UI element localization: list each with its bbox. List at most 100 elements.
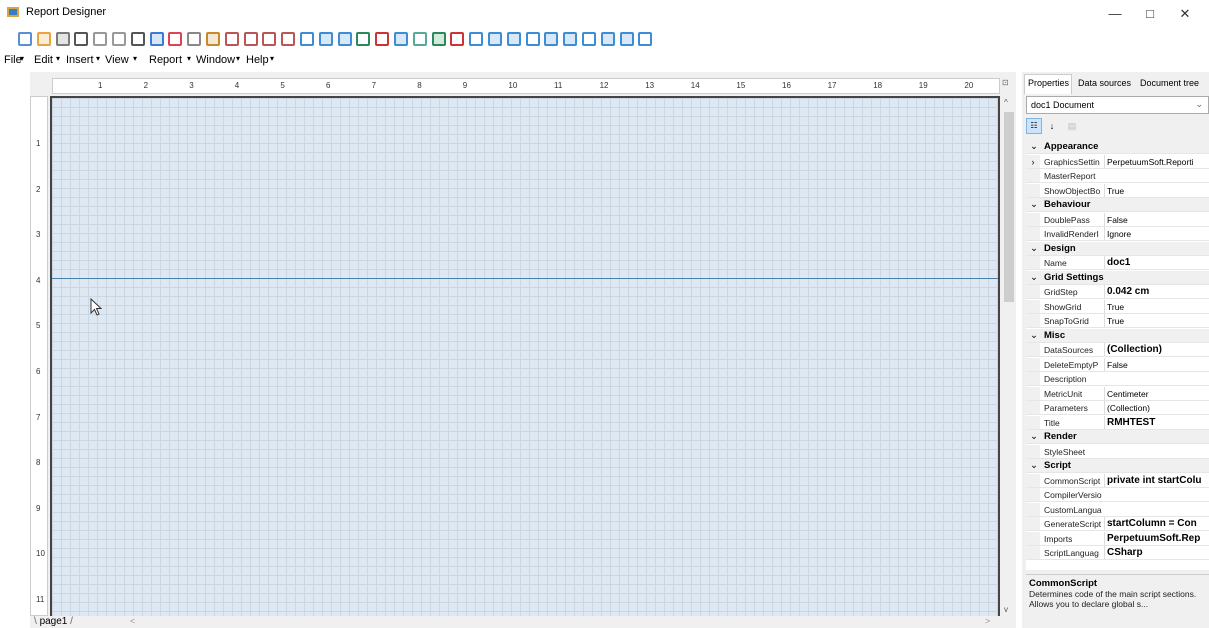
toolbar-button-18-icon[interactable]	[337, 32, 352, 46]
property-category[interactable]: ⌄ Script	[1026, 459, 1209, 473]
property-value[interactable]: private int startColu	[1104, 473, 1209, 487]
property-value[interactable]: doc1	[1104, 256, 1209, 269]
menu-view[interactable]: View	[105, 54, 129, 66]
toolbar-button-31-icon[interactable]	[582, 32, 596, 46]
scroll-right-icon[interactable]: >	[985, 616, 990, 626]
toolbar-button-3-icon[interactable]	[55, 32, 70, 46]
chevron-down-icon[interactable]: ⌄	[1030, 140, 1038, 153]
toolbar-button-1-icon[interactable]	[18, 32, 32, 46]
property-row[interactable]: Imports PerpetuumSoft.Rep	[1026, 531, 1209, 546]
ruler-corner-icon[interactable]: ⊡	[1002, 78, 1016, 94]
property-value[interactable]: Ignore	[1104, 227, 1209, 240]
chevron-down-icon[interactable]: ⌄	[1030, 459, 1038, 472]
scrollbar-thumb[interactable]	[1004, 112, 1014, 302]
property-category[interactable]: ⌄ Behaviour	[1026, 198, 1209, 212]
toolbar-button-22-icon[interactable]	[412, 32, 427, 46]
property-value[interactable]: PerpetuumSoft.Reporti	[1104, 154, 1209, 168]
toolbar-button-6-icon[interactable]	[112, 32, 126, 46]
scroll-left-icon[interactable]: <	[130, 616, 135, 626]
property-row[interactable]: ScriptLanguag CSharp	[1026, 546, 1209, 560]
toolbar-button-29-icon[interactable]	[544, 32, 559, 46]
toolbar-button-26-icon[interactable]	[488, 32, 502, 46]
toolbar-button-33-icon[interactable]	[619, 32, 634, 46]
property-value[interactable]: (Collection)	[1104, 343, 1209, 356]
menu-edit[interactable]: Edit	[34, 54, 53, 66]
categorized-icon[interactable]: ☷	[1026, 118, 1042, 134]
property-row[interactable]: MetricUnit Centimeter	[1026, 386, 1209, 401]
property-row[interactable]: CustomLangua	[1026, 502, 1209, 517]
tab-properties[interactable]: Properties	[1028, 78, 1069, 88]
property-row[interactable]: Name doc1	[1026, 256, 1209, 270]
toolbar-button-32-icon[interactable]	[600, 32, 615, 46]
property-row[interactable]: StyleSheet	[1026, 444, 1209, 459]
property-value[interactable]: True	[1104, 314, 1209, 327]
toolbar-button-2-icon[interactable]	[36, 32, 51, 46]
toolbar-button-24-icon[interactable]	[450, 32, 465, 46]
chevron-down-icon[interactable]: ⌄	[1030, 242, 1038, 255]
toolbar-button-8-icon[interactable]	[149, 32, 164, 46]
property-category[interactable]: ⌄ Design	[1026, 241, 1209, 256]
toolbar-button-12-icon[interactable]	[224, 32, 239, 46]
toolbar-button-9-icon[interactable]	[168, 32, 183, 46]
toolbar-button-16-icon[interactable]	[300, 32, 314, 46]
toolbar-button-11-icon[interactable]	[206, 32, 220, 46]
property-value[interactable]: (Collection)	[1104, 401, 1209, 414]
property-category[interactable]: ⌄ Render	[1026, 430, 1209, 444]
toolbar-button-5-icon[interactable]	[93, 32, 108, 46]
toolbar-button-13-icon[interactable]	[243, 32, 258, 46]
chevron-down-icon[interactable]: ⌄	[1030, 198, 1038, 211]
toolbar-button-21-icon[interactable]	[394, 32, 408, 46]
close-button[interactable]: ✕	[1170, 4, 1200, 24]
property-pages-icon[interactable]: ▤	[1064, 118, 1080, 134]
toolbar-button-25-icon[interactable]	[469, 32, 484, 46]
minimize-button[interactable]: —	[1100, 4, 1130, 24]
property-value[interactable]: Centimeter	[1104, 386, 1209, 400]
tab-data-sources[interactable]: Data sources	[1078, 78, 1131, 88]
property-category[interactable]: ⌄ Grid Settings	[1026, 270, 1209, 285]
property-value[interactable]: False	[1104, 212, 1209, 226]
chevron-down-icon[interactable]: ⌄	[1030, 329, 1038, 342]
property-row[interactable]: GenerateScript startColumn = Con	[1026, 517, 1209, 531]
property-row[interactable]: ShowObjectBo True	[1026, 183, 1209, 198]
menu-insert[interactable]: Insert	[66, 54, 94, 66]
property-row[interactable]: MasterReport	[1026, 169, 1209, 183]
toolbar-button-17-icon[interactable]	[318, 32, 333, 46]
property-value[interactable]: PerpetuumSoft.Rep	[1104, 531, 1209, 545]
property-row[interactable]: › GraphicsSettin PerpetuumSoft.Reporti	[1026, 154, 1209, 169]
toolbar-button-14-icon[interactable]	[262, 32, 277, 46]
property-row[interactable]: ShowGrid True	[1026, 299, 1209, 314]
toolbar-button-15-icon[interactable]	[281, 32, 296, 46]
property-category[interactable]: ⌄ Misc	[1026, 328, 1209, 343]
property-category[interactable]: ⌄ Appearance	[1026, 140, 1209, 154]
property-row[interactable]: DataSources (Collection)	[1026, 343, 1209, 357]
toolbar-button-7-icon[interactable]	[130, 32, 145, 46]
scroll-up-icon[interactable]: ^	[1004, 98, 1008, 107]
toolbar-button-19-icon[interactable]	[356, 32, 371, 46]
property-value[interactable]: True	[1104, 299, 1209, 313]
toolbar-button-10-icon[interactable]	[187, 32, 202, 46]
property-row[interactable]: Title RMHTEST	[1026, 415, 1209, 430]
property-value[interactable]: RMHTEST	[1104, 415, 1209, 429]
property-value[interactable]: False	[1104, 357, 1209, 371]
toolbar-button-28-icon[interactable]	[525, 32, 540, 46]
menu-report[interactable]: Report	[149, 54, 182, 66]
tab-page1[interactable]: \ page1 /	[34, 616, 73, 627]
scroll-down-icon[interactable]: v	[1004, 605, 1008, 614]
property-row[interactable]: SnapToGrid True	[1026, 314, 1209, 328]
object-selector[interactable]: doc1 Document ⌄	[1026, 96, 1209, 114]
toolbar-button-4-icon[interactable]	[74, 32, 89, 46]
property-row[interactable]: Parameters (Collection)	[1026, 401, 1209, 415]
property-value[interactable]: 0.042 cm	[1104, 285, 1209, 298]
property-row[interactable]: GridStep 0.042 cm	[1026, 285, 1209, 299]
property-value[interactable]: startColumn = Con	[1104, 517, 1209, 530]
property-row[interactable]: DoublePass False	[1026, 212, 1209, 227]
property-row[interactable]: CompilerVersio	[1026, 488, 1209, 502]
property-row[interactable]: InvalidRenderI Ignore	[1026, 227, 1209, 241]
toolbar-button-27-icon[interactable]	[506, 32, 521, 46]
toolbar-button-30-icon[interactable]	[563, 32, 578, 46]
chevron-down-icon[interactable]: ⌄	[1030, 271, 1038, 284]
toolbar-button-20-icon[interactable]	[375, 32, 390, 46]
property-value[interactable]: CSharp	[1104, 546, 1209, 559]
band-separator[interactable]	[52, 278, 998, 279]
vertical-scrollbar[interactable]: ^ v	[1002, 96, 1016, 616]
